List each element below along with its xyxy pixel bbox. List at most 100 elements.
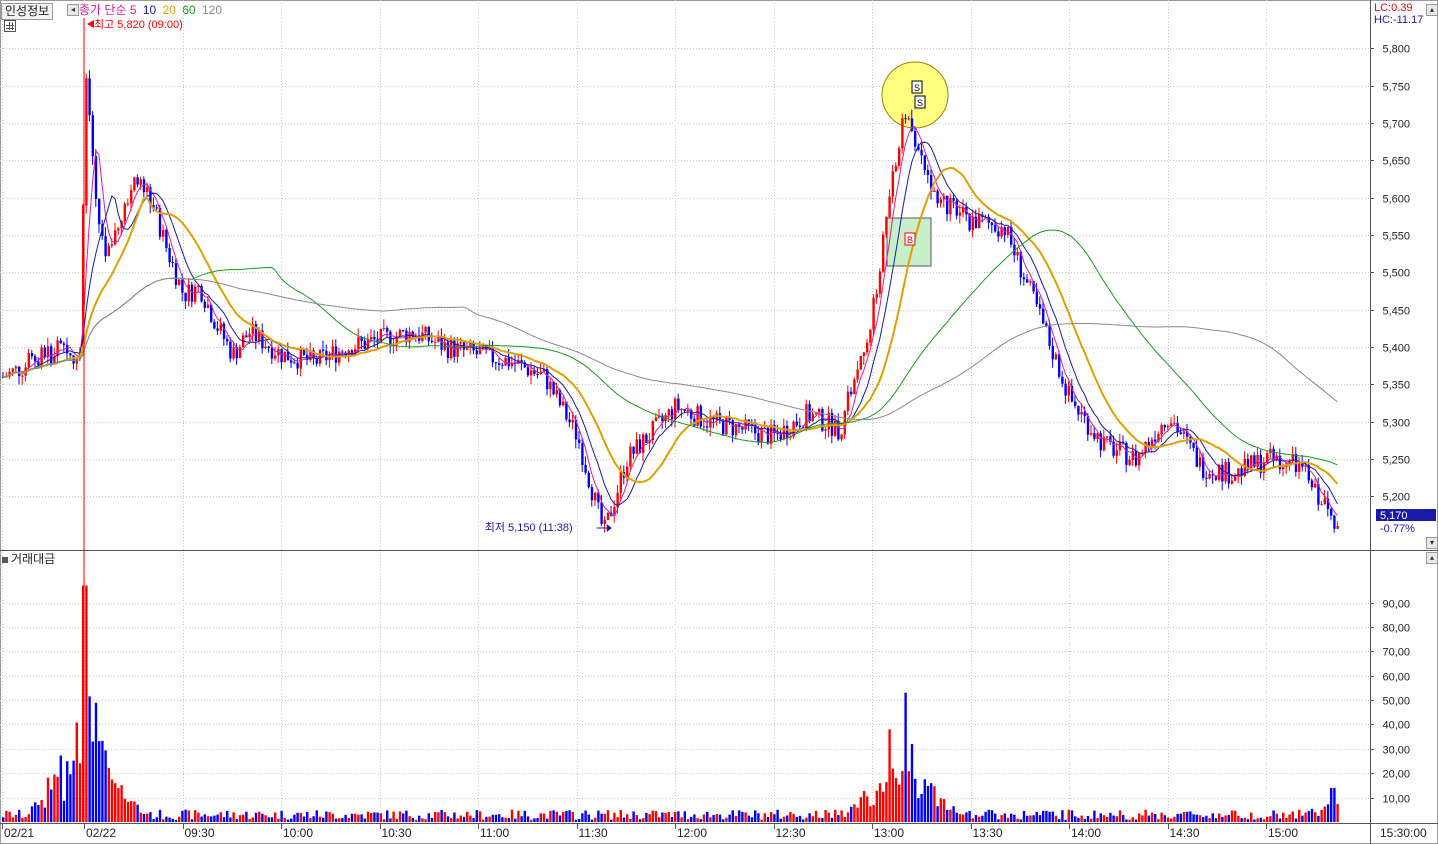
candle-body	[725, 417, 728, 435]
volume-bar	[101, 740, 104, 822]
candle-body	[677, 398, 680, 410]
candle-body	[274, 355, 277, 359]
candle	[901, 113, 904, 154]
volume-bar	[770, 812, 773, 822]
candle-body	[885, 217, 888, 235]
volume-bar	[683, 811, 686, 822]
stock-chart-window: { "header": { "tab_label": "인성정보", "ma_t…	[0, 0, 1438, 844]
volume-bar	[798, 815, 802, 822]
volume-bar	[37, 805, 40, 822]
volume-bar	[126, 801, 130, 822]
volume-bar	[702, 814, 706, 822]
candle-body	[581, 443, 584, 466]
volume-bar	[149, 812, 152, 822]
candle-body	[1320, 504, 1323, 506]
volume-bar	[613, 812, 616, 822]
volume-bar	[72, 760, 75, 822]
candle	[587, 470, 590, 489]
volume-bar	[245, 811, 248, 822]
candle	[923, 154, 926, 175]
candle-body	[786, 425, 789, 438]
candle-body	[270, 347, 274, 359]
volume-bar	[1122, 815, 1125, 822]
volume-bar	[712, 815, 715, 822]
volume-bar	[1192, 814, 1195, 822]
candle-body	[888, 196, 891, 218]
volume-bar	[2, 817, 5, 822]
volume-bar	[402, 813, 405, 822]
candle	[1038, 296, 1042, 315]
volume-bar	[562, 812, 565, 822]
volume-bar	[1099, 813, 1102, 822]
chart-canvas[interactable]: 5,800 5,750 5,700 5,650 5,600 5,550 5,500 5,450…	[0, 0, 1438, 844]
candle	[283, 351, 286, 363]
volume-bar	[120, 785, 123, 822]
candle	[581, 437, 584, 472]
volume-bar	[1198, 815, 1202, 822]
volume-bar	[1096, 817, 1099, 822]
candle	[229, 336, 232, 363]
candle	[1061, 370, 1064, 388]
volume-bar	[750, 817, 754, 822]
candle-body	[920, 149, 923, 156]
candle	[1262, 457, 1266, 481]
candle	[1003, 226, 1006, 243]
volume-bar	[446, 816, 450, 822]
volume-bar	[1141, 815, 1144, 822]
volume-bar	[398, 811, 402, 822]
volume-bar	[1275, 813, 1278, 822]
candle	[174, 258, 178, 290]
volume-bar	[693, 814, 696, 822]
volume-bar	[251, 817, 254, 822]
volume-bar	[1006, 817, 1010, 822]
candle-body	[907, 118, 910, 120]
candle	[494, 361, 498, 371]
candle-body	[382, 328, 386, 330]
volume-bar	[786, 815, 789, 822]
candle	[1272, 445, 1275, 467]
volume-bar	[216, 814, 219, 822]
candle-body	[946, 195, 949, 215]
volume-bar	[1310, 808, 1314, 822]
candle	[1099, 430, 1102, 458]
volume-bar	[590, 819, 594, 822]
scroll-down-icon[interactable]: ▾	[1426, 537, 1438, 549]
candle	[216, 321, 219, 335]
candle	[891, 164, 894, 204]
price-tick-label: 5,750	[1382, 82, 1410, 94]
volume-bar	[741, 811, 744, 822]
candle	[430, 332, 434, 344]
candle	[1291, 446, 1294, 465]
candle	[875, 289, 878, 304]
candle-body	[1051, 345, 1054, 360]
volume-tick-label: 30,00	[1382, 745, 1410, 757]
candle-body	[1179, 432, 1182, 434]
volume-scroll-up-icon[interactable]: ▴	[1426, 552, 1438, 564]
candle-body	[629, 446, 632, 467]
volume-tick-label: 50,00	[1382, 696, 1410, 708]
candle	[1326, 491, 1330, 517]
candle	[664, 412, 667, 428]
volume-bar	[1314, 812, 1317, 822]
candle-body	[283, 351, 286, 363]
candle	[536, 368, 539, 379]
scroll-up-icon[interactable]: ▴	[1426, 4, 1438, 16]
volume-bar	[955, 812, 958, 822]
volume-bar	[139, 812, 142, 822]
volume-bar	[651, 810, 654, 822]
volume-bar	[990, 810, 994, 822]
volume-bar	[552, 810, 555, 822]
volume-bar	[1077, 817, 1080, 822]
candle-body	[11, 368, 14, 372]
volume-bar	[376, 812, 379, 822]
time-tick-label: 09:30	[185, 826, 215, 840]
candle-body	[498, 363, 501, 365]
candle	[136, 174, 139, 188]
candle	[549, 377, 552, 398]
candle-body	[555, 390, 558, 395]
volume-bar	[117, 788, 120, 822]
candle-body	[1154, 439, 1157, 442]
candle-body	[1170, 423, 1173, 426]
high-arrow-icon	[87, 20, 94, 28]
volume-bar	[722, 819, 725, 822]
